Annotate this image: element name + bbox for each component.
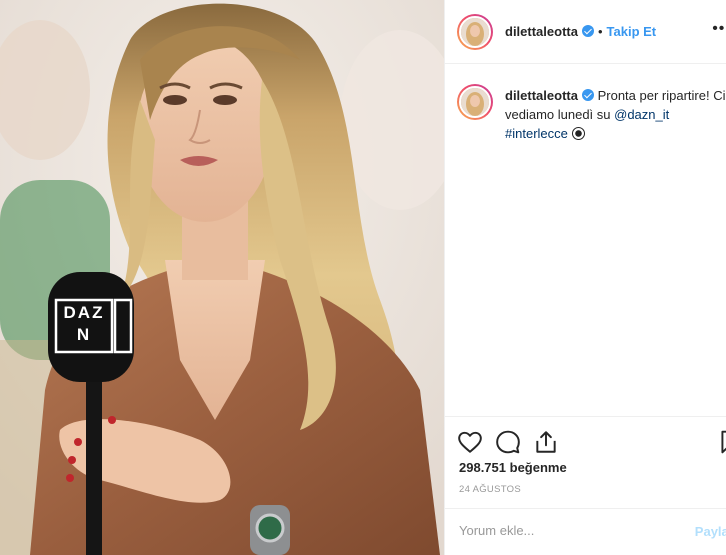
instagram-post: DAZN dilettaleotta • Takip Et •••	[0, 0, 726, 555]
heart-icon[interactable]	[457, 429, 483, 455]
caption-avatar[interactable]	[457, 84, 493, 120]
header-line: dilettaleotta • Takip Et	[505, 24, 656, 39]
avatar-photo-icon	[461, 18, 489, 46]
share-icon[interactable]	[533, 429, 559, 455]
avatar-image	[459, 16, 491, 48]
likes-count[interactable]: 298.751 beğenme	[459, 460, 567, 475]
comment-bar: Paylaş	[445, 508, 726, 555]
verified-badge-icon	[581, 89, 594, 101]
comment-input[interactable]	[459, 523, 689, 538]
post-header: dilettaleotta • Takip Et •••	[445, 0, 726, 64]
verified-badge-icon	[581, 25, 594, 37]
soccer-ball-icon	[571, 127, 585, 140]
post-date[interactable]: 24 AĞUSTOS	[459, 484, 521, 495]
mention-link[interactable]: @dazn_it	[614, 107, 669, 122]
post-photo-illustration	[0, 0, 444, 555]
mic-brand-text: DAZN	[63, 303, 105, 344]
caption-avatar-image	[459, 86, 491, 118]
hashtag-link[interactable]: #interlecce	[505, 126, 568, 141]
avatar-photo-icon	[461, 88, 489, 116]
post-sidebar: dilettaleotta • Takip Et ••• dilettaleotta…	[444, 0, 726, 555]
post-photo[interactable]: DAZN	[0, 0, 444, 555]
follow-button[interactable]: Takip Et	[607, 24, 657, 39]
action-bar	[445, 416, 726, 454]
comment-icon[interactable]	[495, 429, 521, 455]
post-comment-button[interactable]: Paylaş	[695, 524, 726, 539]
caption-username[interactable]: dilettaleotta	[505, 88, 578, 103]
microphone-logo: DAZN	[58, 302, 110, 350]
bookmark-icon[interactable]	[717, 429, 726, 455]
likes-label: beğenme	[509, 460, 567, 475]
avatar[interactable]	[457, 14, 493, 50]
header-username[interactable]: dilettaleotta	[505, 24, 578, 39]
separator-dot: •	[597, 24, 603, 39]
likes-number: 298.751	[459, 460, 506, 475]
more-options-icon[interactable]: •••	[712, 20, 726, 38]
caption-text: dilettaleotta Pronta per ripartire! Ci v…	[505, 86, 726, 143]
